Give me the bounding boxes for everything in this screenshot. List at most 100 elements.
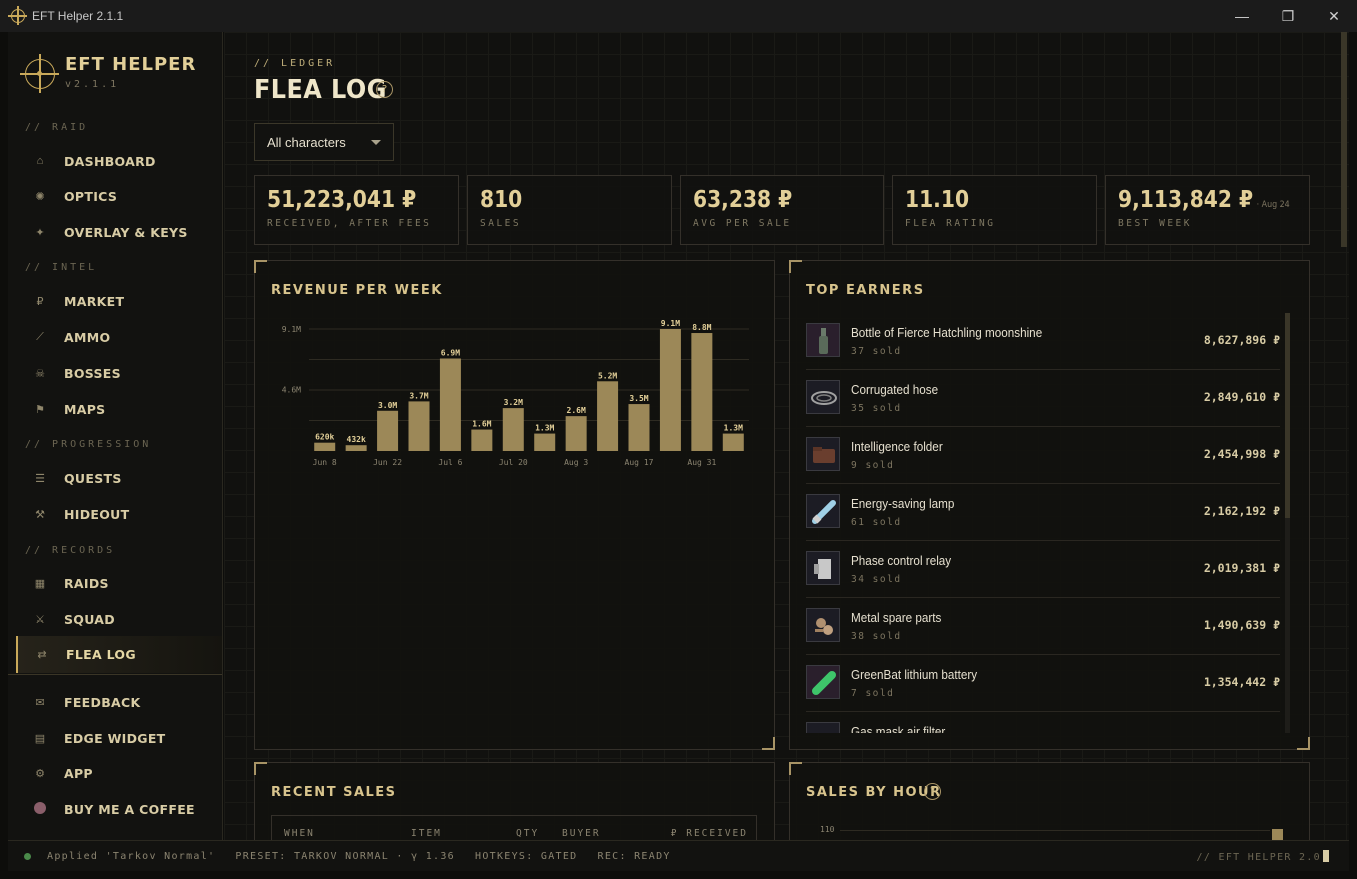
crosshair-icon xyxy=(8,6,27,25)
sidebar-item-label: HIDEOUT xyxy=(64,506,130,522)
list-item[interactable]: Gas mask air filter xyxy=(806,712,1280,733)
earners-scrollbar[interactable] xyxy=(1285,313,1290,733)
column-header-qty[interactable]: QTY xyxy=(516,828,539,839)
sidebar-item-flea-log[interactable]: ⇄ FLEA LOG xyxy=(16,636,222,673)
nav-section-records: // RECORDS xyxy=(25,545,116,556)
earner-name: GreenBat lithium battery xyxy=(851,667,978,682)
panel-title: REVENUE PER WEEK xyxy=(271,283,443,298)
earner-name: Corrugated hose xyxy=(851,382,939,397)
gear-icon: ⚙ xyxy=(35,767,45,780)
earner-sold: 7 sold xyxy=(851,688,895,699)
list-item[interactable]: Corrugated hose 35 sold 2,849,610 ₽ xyxy=(806,370,1280,427)
list-item[interactable]: Energy-saving lamp 61 sold 2,162,192 ₽ xyxy=(806,484,1280,541)
sidebar-item-label: EDGE WIDGET xyxy=(64,730,166,746)
list-item[interactable]: Bottle of Fierce Hatchling moonshine 37 … xyxy=(806,313,1280,370)
nav-section-progression: // PROGRESSION xyxy=(25,439,152,450)
title-bar: EFT Helper 2.1.1 — ❐ ✕ xyxy=(0,0,1357,32)
column-header-buyer[interactable]: BUYER xyxy=(562,828,601,839)
sidebar-item-label: OPTICS xyxy=(64,188,118,204)
stat-label: BEST WEEK xyxy=(1118,218,1192,229)
chart-bar xyxy=(314,442,336,451)
sidebar-item-label: AMMO xyxy=(64,329,111,345)
bar-data-label: 3.2M xyxy=(504,398,523,407)
brand-version: v2.1.1 xyxy=(65,79,120,90)
main-content: // LEDGER FLEA LOG ? All characters 51,2… xyxy=(224,32,1349,840)
nav-divider xyxy=(8,674,222,675)
status-preset: PRESET: TARKOV NORMAL · γ 1.36 xyxy=(235,850,455,862)
chart-bar xyxy=(377,410,399,451)
sidebar-item-dashboard[interactable]: ⌂ DASHBOARD xyxy=(16,144,222,178)
stat-label: SALES xyxy=(480,218,522,229)
best-week-value: 9,113,842 ₽ xyxy=(1118,187,1254,213)
chart-bar xyxy=(502,408,524,451)
column-header-received[interactable]: ₽ RECEIVED xyxy=(671,828,748,839)
relay-icon xyxy=(806,551,840,585)
lamp-icon xyxy=(806,494,840,528)
bar-data-label: 5.2M xyxy=(598,371,617,380)
earner-sold: 37 sold xyxy=(851,346,902,357)
sidebar-item-maps[interactable]: ⚑ MAPS xyxy=(16,392,222,426)
earner-sold: 9 sold xyxy=(851,460,895,471)
chart-bar xyxy=(565,416,587,451)
sidebar-item-bosses[interactable]: ☠ BOSSES xyxy=(16,356,222,390)
bar-data-label: 1.6M xyxy=(472,420,491,429)
sidebar-item-overlay-keys[interactable]: ✦ OVERLAY & KEYS xyxy=(16,215,222,249)
chart-bar xyxy=(659,329,681,451)
nav-section-raid: // RAID xyxy=(25,122,89,133)
column-header-when[interactable]: WHEN xyxy=(284,828,315,839)
sidebar-item-label: OVERLAY & KEYS xyxy=(64,224,188,240)
stat-label: FLEA RATING xyxy=(905,218,996,229)
sidebar-item-buy-me-a-coffee[interactable]: BUY ME A COFFEE xyxy=(16,792,222,826)
sidebar-item-label: APP xyxy=(64,765,93,781)
scroll-thumb[interactable] xyxy=(1285,313,1290,518)
hose-icon xyxy=(806,380,840,414)
chart-bar xyxy=(439,358,461,451)
sidebar-item-quests[interactable]: ☰ QUESTS xyxy=(16,461,222,495)
help-icon[interactable]: ? xyxy=(924,783,941,800)
sun-icon: ✺ xyxy=(35,190,45,203)
sidebar-item-optics[interactable]: ✺ OPTICS xyxy=(16,179,222,213)
stat-value: 810 xyxy=(480,187,523,213)
minimize-button[interactable]: — xyxy=(1219,0,1265,32)
filter-icon xyxy=(806,722,840,733)
earner-sold: 35 sold xyxy=(851,403,902,414)
sidebar-item-squad[interactable]: ⚔ SQUAD xyxy=(16,602,222,636)
panel-title: SALES BY HOUR xyxy=(806,785,942,800)
bar-data-label: 432k xyxy=(347,435,366,444)
status-message: Applied 'Tarkov Normal' xyxy=(47,850,216,862)
stat-value: 51,223,041 ₽ xyxy=(267,187,417,213)
x-tick-label: Jul 20 xyxy=(499,458,528,467)
column-header-item[interactable]: ITEM xyxy=(411,828,442,839)
y-axis-tick: 110 xyxy=(820,825,835,834)
sidebar-item-label: QUESTS xyxy=(64,470,122,486)
sidebar-item-market[interactable]: ₽ MARKET xyxy=(16,284,222,318)
list-item[interactable]: GreenBat lithium battery 7 sold 1,354,44… xyxy=(806,655,1280,712)
bar-data-label: 6.9M xyxy=(441,348,460,357)
stat-label: AVG PER SALE xyxy=(693,218,792,229)
sidebar-item-edge-widget[interactable]: ▤ EDGE WIDGET xyxy=(16,721,222,755)
earner-name: Gas mask air filter xyxy=(851,724,946,733)
sidebar-item-ammo[interactable]: ⟋ AMMO xyxy=(16,320,222,354)
sidebar-item-feedback[interactable]: ✉ FEEDBACK xyxy=(16,685,222,719)
list-item[interactable]: Intelligence folder 9 sold 2,454,998 ₽ xyxy=(806,427,1280,484)
sidebar-item-label: BOSSES xyxy=(64,365,121,381)
close-button[interactable]: ✕ xyxy=(1311,0,1357,32)
chart-bar xyxy=(597,381,619,451)
chart-bar xyxy=(345,445,367,451)
list-icon: ☰ xyxy=(35,472,45,485)
window-title: EFT Helper 2.1.1 xyxy=(32,9,124,23)
list-item[interactable]: Metal spare parts 38 sold 1,490,639 ₽ xyxy=(806,598,1280,655)
help-icon[interactable]: ? xyxy=(376,81,393,98)
stat-avg-per-sale: 63,238 ₽ AVG PER SALE xyxy=(680,175,884,245)
sidebar-item-raids[interactable]: ▦ RAIDS xyxy=(16,566,222,600)
sidebar-item-hideout[interactable]: ⚒ HIDEOUT xyxy=(16,497,222,531)
restore-button[interactable]: ❐ xyxy=(1265,0,1311,32)
hour-bar xyxy=(1272,829,1283,840)
sidebar-item-app[interactable]: ⚙ APP xyxy=(16,756,222,790)
list-item[interactable]: Phase control relay 34 sold 2,019,381 ₽ xyxy=(806,541,1280,598)
status-hotkeys: HOTKEYS: GATED xyxy=(475,850,578,862)
main-scrollbar[interactable] xyxy=(1341,32,1347,247)
status-app-version-text: // EFT HELPER 2.0 xyxy=(1196,852,1321,863)
character-select[interactable]: All characters xyxy=(254,123,394,161)
character-select-value: All characters xyxy=(267,134,346,150)
